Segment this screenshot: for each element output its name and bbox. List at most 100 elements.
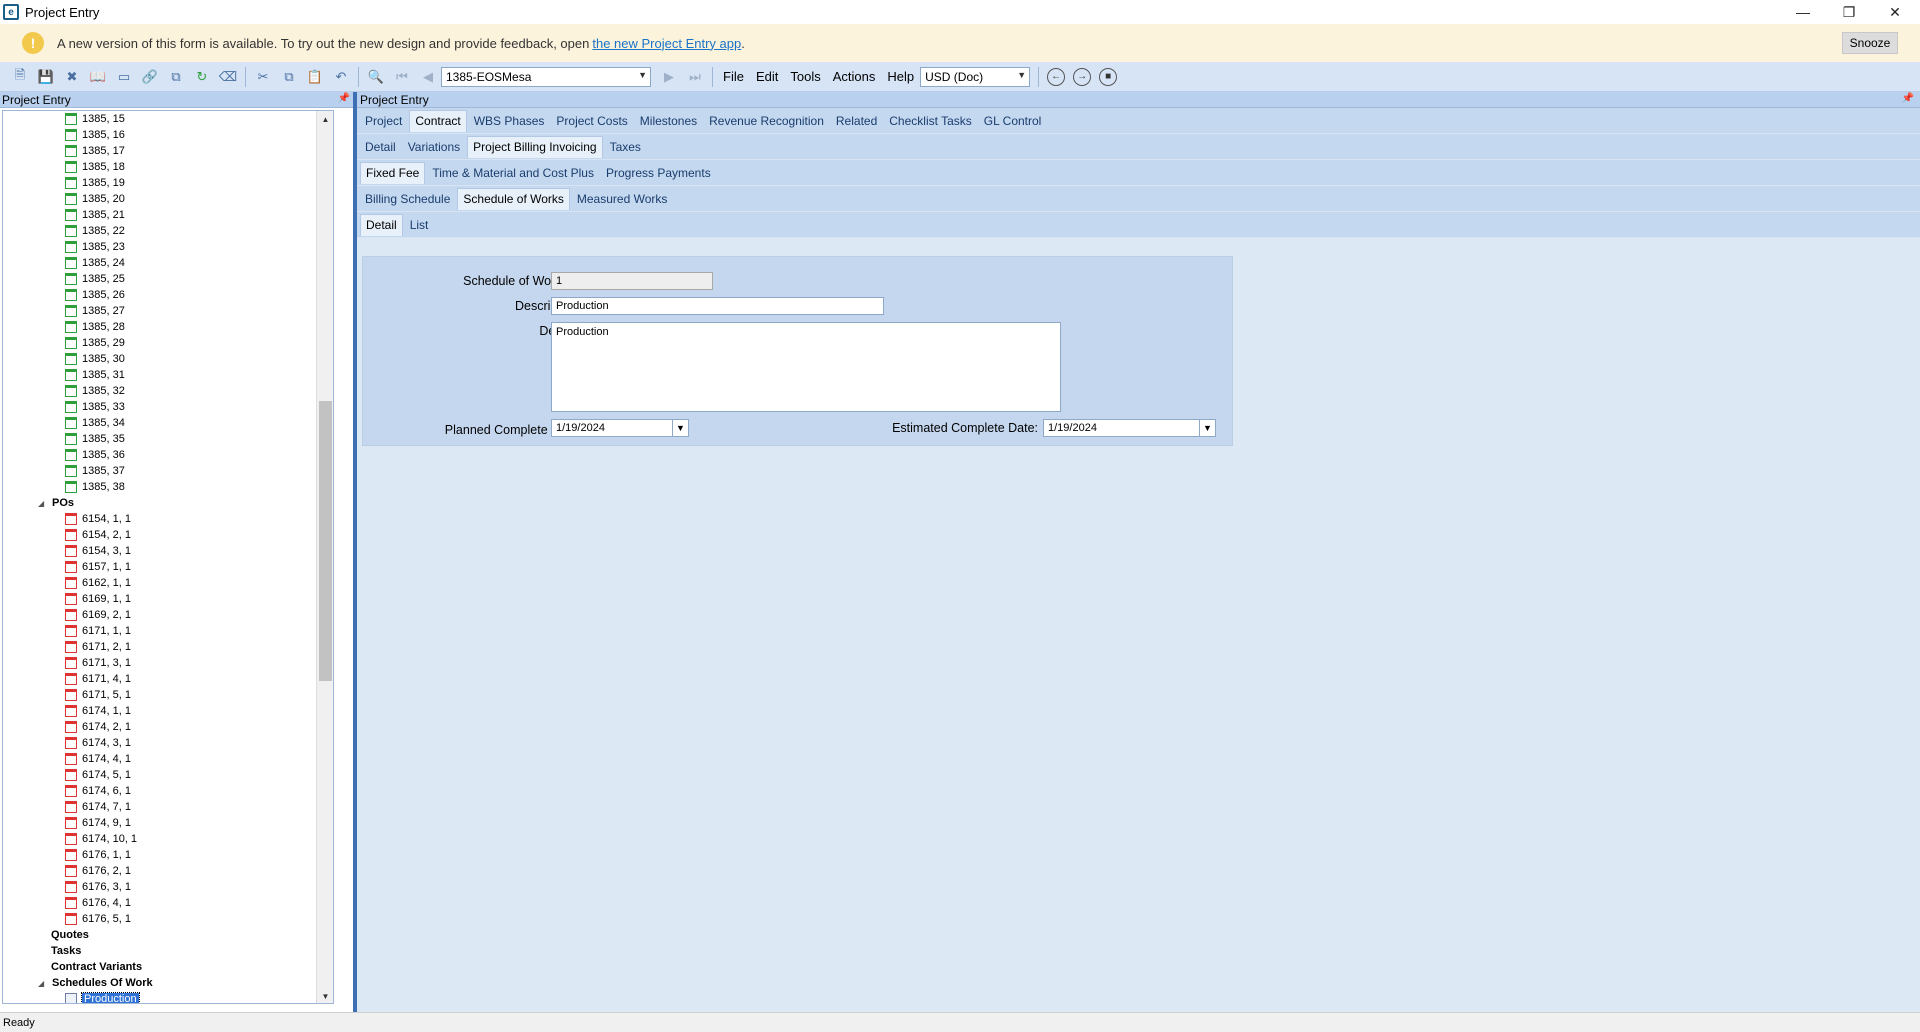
project-tree[interactable]: 1385, 15 1385, 16 1385, 17 1385, 18 1385, 19… xyxy=(2,110,334,1004)
tree-item[interactable]: 1385, 34 xyxy=(3,415,333,431)
tree-item[interactable]: 1385, 37 xyxy=(3,463,333,479)
menu-help[interactable]: Help xyxy=(887,69,914,84)
scroll-thumb[interactable] xyxy=(319,401,332,681)
menu-actions[interactable]: Actions xyxy=(833,69,876,84)
tree-scrollbar[interactable]: ▲ ▼ xyxy=(316,111,333,1003)
tree-item[interactable]: 1385, 33 xyxy=(3,399,333,415)
snooze-button[interactable]: Snooze xyxy=(1842,32,1898,54)
chevron-down-icon[interactable]: ▼ xyxy=(1017,70,1026,80)
description-field[interactable]: Production xyxy=(551,297,884,315)
tab-contract[interactable]: Contract xyxy=(409,109,467,132)
tab-detail[interactable]: Detail xyxy=(360,213,403,236)
tree-item[interactable]: 6171, 3, 1 xyxy=(3,655,333,671)
menu-file[interactable]: File xyxy=(723,69,744,84)
tree-item[interactable]: 6171, 5, 1 xyxy=(3,687,333,703)
tree-item[interactable]: 1385, 23 xyxy=(3,239,333,255)
link-icon[interactable]: 🔗 xyxy=(140,67,160,87)
tree-item[interactable]: 6174, 5, 1 xyxy=(3,767,333,783)
chevron-down-icon[interactable]: ▼ xyxy=(638,70,647,80)
tab-measured-works[interactable]: Measured Works xyxy=(572,188,672,210)
menu-tools[interactable]: Tools xyxy=(790,69,820,84)
tree-item[interactable]: 1385, 28 xyxy=(3,319,333,335)
tree-item[interactable]: 6157, 1, 1 xyxy=(3,559,333,575)
scroll-up-icon[interactable]: ▲ xyxy=(317,111,333,128)
tab-project-billing-invoicing[interactable]: Project Billing Invoicing xyxy=(467,135,603,158)
copy-icon[interactable]: ⧉ xyxy=(279,67,299,87)
restore-button[interactable]: ❐ xyxy=(1826,0,1872,24)
tree-item[interactable]: 6174, 1, 1 xyxy=(3,703,333,719)
last-record-icon[interactable]: ⏭ xyxy=(685,67,705,87)
stop-icon[interactable]: ■ xyxy=(1099,67,1118,86)
tree-item[interactable]: 6174, 6, 1 xyxy=(3,783,333,799)
tree-item[interactable]: 6174, 10, 1 xyxy=(3,831,333,847)
tree-item[interactable]: 1385, 19 xyxy=(3,175,333,191)
tree-item[interactable]: 6174, 2, 1 xyxy=(3,719,333,735)
tree-item[interactable]: ◢ POs xyxy=(3,495,333,511)
tree-item[interactable]: 1385, 25 xyxy=(3,271,333,287)
tree-item[interactable]: 1385, 31 xyxy=(3,367,333,383)
new-icon[interactable]: 🗎 xyxy=(10,67,30,87)
tree-item[interactable]: 1385, 30 xyxy=(3,351,333,367)
tree-item[interactable]: Contract Variants xyxy=(3,959,333,975)
tab-milestones[interactable]: Milestones xyxy=(635,110,702,132)
tree-item[interactable]: 6176, 3, 1 xyxy=(3,879,333,895)
sow-id-field[interactable]: 1 xyxy=(551,272,713,290)
tab-billing-schedule[interactable]: Billing Schedule xyxy=(360,188,455,210)
tree-item[interactable]: 1385, 15 xyxy=(3,111,333,127)
tree-item[interactable]: 1385, 22 xyxy=(3,223,333,239)
tab-list[interactable]: List xyxy=(405,214,434,236)
tab-variations[interactable]: Variations xyxy=(403,136,465,158)
new-app-link[interactable]: the new Project Entry app xyxy=(592,36,741,51)
tree-item[interactable]: 6176, 5, 1 xyxy=(3,911,333,927)
estimated-date-field[interactable]: 1/19/2024 ▼ xyxy=(1043,419,1216,437)
tree-item[interactable]: 6169, 2, 1 xyxy=(3,607,333,623)
tree-item[interactable]: Tasks xyxy=(3,943,333,959)
tree-item[interactable]: 6154, 2, 1 xyxy=(3,527,333,543)
menu-edit[interactable]: Edit xyxy=(756,69,778,84)
tab-checklist-tasks[interactable]: Checklist Tasks xyxy=(884,110,976,132)
tree-item[interactable]: 6154, 1, 1 xyxy=(3,511,333,527)
tree-item[interactable]: 6154, 3, 1 xyxy=(3,543,333,559)
forward-icon[interactable]: → xyxy=(1073,67,1092,86)
tree-item[interactable]: 6174, 4, 1 xyxy=(3,751,333,767)
tree-item[interactable]: 1385, 29 xyxy=(3,335,333,351)
tree-item[interactable]: 1385, 16 xyxy=(3,127,333,143)
tree-item[interactable]: 1385, 26 xyxy=(3,287,333,303)
tree-item[interactable]: 6176, 4, 1 xyxy=(3,895,333,911)
scroll-down-icon[interactable]: ▼ xyxy=(317,988,333,1003)
undo-icon[interactable]: ↶ xyxy=(331,67,351,87)
next-record-icon[interactable]: ▶ xyxy=(659,67,679,87)
copy-record-icon[interactable]: ⧉ xyxy=(166,67,186,87)
chevron-down-icon[interactable]: ▼ xyxy=(672,420,688,436)
tree-item[interactable]: 6171, 1, 1 xyxy=(3,623,333,639)
tree-item[interactable]: 1385, 21 xyxy=(3,207,333,223)
tree-item[interactable]: 1385, 36 xyxy=(3,447,333,463)
tab-related[interactable]: Related xyxy=(831,110,882,132)
save-icon[interactable]: 💾 xyxy=(36,67,56,87)
close-button[interactable]: ✕ xyxy=(1872,0,1918,24)
tree-item[interactable]: 6176, 2, 1 xyxy=(3,863,333,879)
tree-item[interactable]: 1385, 18 xyxy=(3,159,333,175)
tree-item[interactable]: 1385, 24 xyxy=(3,255,333,271)
tab-fixed-fee[interactable]: Fixed Fee xyxy=(360,161,426,184)
tab-project[interactable]: Project xyxy=(360,110,407,132)
tree-item[interactable]: 1385, 20 xyxy=(3,191,333,207)
tree-item[interactable]: 6174, 9, 1 xyxy=(3,815,333,831)
blank-icon[interactable]: ▭ xyxy=(114,67,134,87)
tree-item[interactable]: Production xyxy=(3,991,333,1003)
tree-item[interactable]: 6169, 1, 1 xyxy=(3,591,333,607)
tab-revenue-recognition[interactable]: Revenue Recognition xyxy=(704,110,829,132)
eraser-icon[interactable]: ⌫ xyxy=(218,67,238,87)
tab-wbs-phases[interactable]: WBS Phases xyxy=(469,110,550,132)
pin-icon[interactable]: 📌 xyxy=(1902,93,1914,104)
expander-icon[interactable]: ◢ xyxy=(38,979,48,988)
cut-icon[interactable]: ✂ xyxy=(253,67,273,87)
tab-schedule-of-works[interactable]: Schedule of Works xyxy=(457,187,570,210)
tab-project-costs[interactable]: Project Costs xyxy=(551,110,632,132)
find-icon[interactable]: 🔍 xyxy=(366,67,386,87)
planned-date-field[interactable]: 1/19/2024 ▼ xyxy=(551,419,689,437)
minimize-button[interactable]: — xyxy=(1780,0,1826,24)
record-combo[interactable]: 1385-EOSMesa ▼ xyxy=(441,66,651,87)
chevron-down-icon[interactable]: ▼ xyxy=(1199,420,1215,436)
tree-item[interactable]: 6171, 4, 1 xyxy=(3,671,333,687)
